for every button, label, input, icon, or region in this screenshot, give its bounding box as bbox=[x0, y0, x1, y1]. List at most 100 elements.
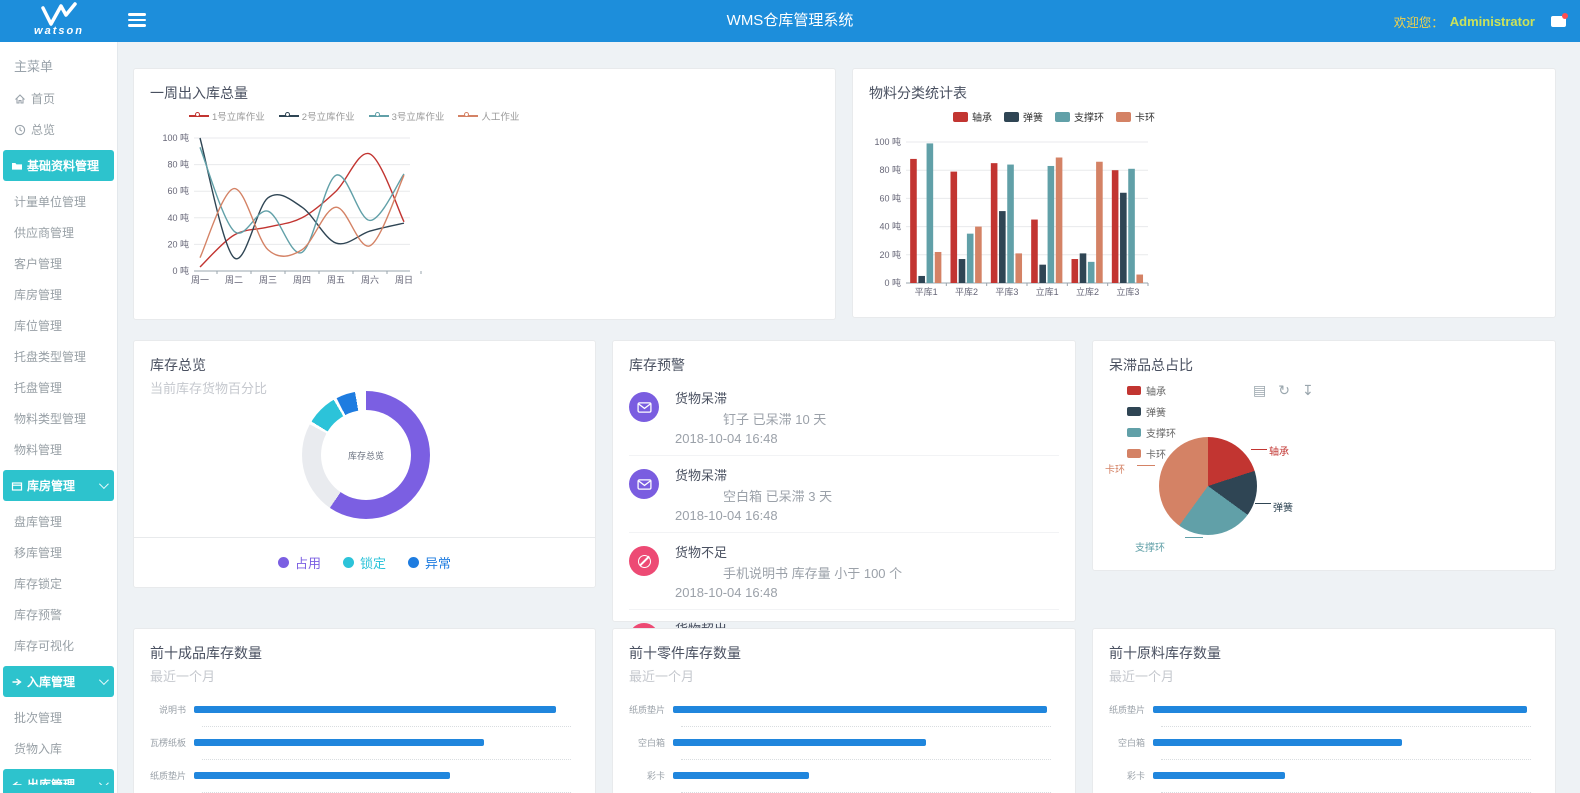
legend-swatch-icon bbox=[1055, 112, 1070, 122]
legend-swatch-icon bbox=[1127, 407, 1141, 416]
material-bar-chart: 0 吨20 吨40 吨60 吨80 吨100 吨平库1平库2平库3立库1立库2立… bbox=[853, 125, 1193, 350]
card-title: 前十零件库存数量 bbox=[613, 629, 1075, 663]
sidebar-item-18[interactable]: 库存可视化 bbox=[0, 630, 117, 661]
user-area: 欢迎您： Administrator bbox=[1394, 0, 1566, 42]
legend-marker-icon bbox=[458, 115, 478, 117]
hbar-row: 说明书 bbox=[144, 693, 585, 726]
svg-text:80 吨: 80 吨 bbox=[167, 159, 189, 170]
card-top-raw: 前十原料库存数量 最近一个月 纸质垫片空白箱彩卡说明书 bbox=[1092, 628, 1556, 793]
sidebar-item-label: 批次管理 bbox=[14, 709, 62, 726]
refresh-icon[interactable]: ↻ bbox=[1278, 383, 1290, 399]
sidebar-item-7[interactable]: 库房管理 bbox=[0, 279, 117, 310]
sidebar-item-15[interactable]: 移库管理 bbox=[0, 537, 117, 568]
folder-icon bbox=[11, 160, 23, 172]
legend-label: 支撑环 bbox=[1146, 425, 1176, 440]
sidebar-item-9[interactable]: 托盘类型管理 bbox=[0, 341, 117, 372]
sidebar-section-3[interactable]: 基础资料管理 bbox=[3, 150, 114, 181]
legend-item[interactable]: 异常 bbox=[408, 553, 451, 572]
legend-item[interactable]: 支撑环 bbox=[1055, 109, 1104, 124]
alert-row: 货物呆滞钉子 已呆滞 10 天2018-10-04 16:48 bbox=[629, 379, 1059, 456]
sidebar-item-5[interactable]: 供应商管理 bbox=[0, 217, 117, 248]
svg-text:40 吨: 40 吨 bbox=[879, 221, 901, 232]
card-stock-alerts: 库存预警 货物呆滞钉子 已呆滞 10 天2018-10-04 16:48货物呆滞… bbox=[612, 340, 1076, 622]
sidebar-item-16[interactable]: 库存锁定 bbox=[0, 568, 117, 599]
card-title: 一周出入库总量 bbox=[134, 69, 835, 103]
pie-slice-label: 支撑环 bbox=[1135, 539, 1165, 554]
main-content: 一周出入库总量 1号立库作业2号立库作业3号立库作业人工作业 0 吨20 吨40… bbox=[118, 42, 1580, 793]
welcome-label: 欢迎您： bbox=[1394, 12, 1444, 31]
svg-text:立库1: 立库1 bbox=[1036, 286, 1059, 297]
hbar-track bbox=[673, 739, 1051, 746]
username[interactable]: Administrator bbox=[1450, 14, 1535, 29]
legend-label: 占用 bbox=[295, 553, 321, 572]
legend-item[interactable]: 1号立库作业 bbox=[189, 109, 265, 123]
alert-desc: 手机说明书 库存量 小于 100 个 bbox=[675, 563, 1059, 582]
svg-text:0 吨: 0 吨 bbox=[884, 277, 901, 288]
legend-marker-icon bbox=[189, 115, 209, 117]
legend-item[interactable]: 轴承 bbox=[953, 109, 992, 124]
pie-slice-label: 轴承 bbox=[1269, 443, 1289, 458]
download-icon[interactable]: ↧ bbox=[1302, 383, 1314, 399]
sidebar-item-10[interactable]: 托盘管理 bbox=[0, 372, 117, 403]
sidebar-item-label: 首页 bbox=[31, 90, 55, 107]
svg-text:40 吨: 40 吨 bbox=[167, 212, 189, 223]
legend-label: 支撑环 bbox=[1074, 109, 1104, 124]
sidebar-item-label: 托盘管理 bbox=[14, 379, 62, 396]
sidebar-section-19[interactable]: 入库管理 bbox=[3, 666, 114, 697]
arrow-right-icon bbox=[11, 676, 23, 688]
legend-item[interactable]: 卡环 bbox=[1116, 109, 1155, 124]
app-header: watson WMS仓库管理系统 欢迎您： Administrator bbox=[0, 0, 1580, 42]
message-icon[interactable] bbox=[1551, 16, 1566, 27]
legend-dot-icon bbox=[343, 557, 354, 568]
hbar-track bbox=[1153, 706, 1531, 713]
sidebar-item-21[interactable]: 货物入库 bbox=[0, 733, 117, 764]
sidebar-item-8[interactable]: 库位管理 bbox=[0, 310, 117, 341]
hbar-fill bbox=[194, 739, 484, 746]
ban-icon bbox=[629, 546, 659, 576]
sidebar-item-17[interactable]: 库存预警 bbox=[0, 599, 117, 630]
sidebar-item-2[interactable]: 总览 bbox=[0, 114, 117, 145]
sidebar: 主菜单首页总览基础资料管理计量单位管理供应商管理客户管理库房管理库位管理托盘类型… bbox=[0, 42, 118, 793]
sidebar-item-label: 物料管理 bbox=[14, 441, 62, 458]
sidebar-item-4[interactable]: 计量单位管理 bbox=[0, 186, 117, 217]
svg-text:立库3: 立库3 bbox=[1116, 286, 1139, 297]
sidebar-item-12[interactable]: 物料管理 bbox=[0, 434, 117, 465]
legend-item[interactable]: 弹簧 bbox=[1127, 404, 1176, 419]
legend-item[interactable]: 支撑环 bbox=[1127, 425, 1176, 440]
hbar-track bbox=[194, 739, 571, 746]
legend-item[interactable]: 人工作业 bbox=[458, 109, 519, 123]
hbar-row: 纸质垫片 bbox=[1103, 693, 1545, 726]
hbar-row: 纸质垫片 bbox=[144, 759, 585, 792]
sidebar-section-partial[interactable] bbox=[3, 785, 114, 793]
sidebar-item-20[interactable]: 批次管理 bbox=[0, 702, 117, 733]
sidebar-item-label: 客户管理 bbox=[14, 255, 62, 272]
mail-icon bbox=[629, 469, 659, 499]
legend-marker-icon bbox=[279, 115, 299, 117]
legend-item[interactable]: 2号立库作业 bbox=[279, 109, 355, 123]
legend-item[interactable]: 占用 bbox=[278, 553, 321, 572]
sidebar-item-14[interactable]: 盘库管理 bbox=[0, 506, 117, 537]
card-material-stats: 物料分类统计表 轴承弹簧支撑环卡环 0 吨20 吨40 吨60 吨80 吨100… bbox=[852, 68, 1556, 318]
card-top-finished: 前十成品库存数量 最近一个月 说明书瓦楞纸板纸质垫片空白箱 bbox=[133, 628, 596, 793]
sidebar-section-13[interactable]: 库房管理 bbox=[3, 470, 114, 501]
sidebar-item-1[interactable]: 首页 bbox=[0, 83, 117, 114]
legend-swatch-icon bbox=[1127, 449, 1141, 458]
svg-text:周六: 周六 bbox=[361, 274, 379, 285]
legend-item[interactable]: 锁定 bbox=[343, 553, 386, 572]
hbar-label: 瓦楞纸板 bbox=[144, 736, 194, 749]
card-title: 前十原料库存数量 bbox=[1093, 629, 1555, 663]
sidebar-item-6[interactable]: 客户管理 bbox=[0, 248, 117, 279]
svg-text:80 吨: 80 吨 bbox=[879, 164, 901, 175]
svg-text:周四: 周四 bbox=[293, 275, 311, 285]
sidebar-item-11[interactable]: 物料类型管理 bbox=[0, 403, 117, 434]
mail-icon bbox=[629, 392, 659, 422]
sidebar-menu-header: 主菜单 bbox=[0, 48, 117, 83]
hbar-fill bbox=[1153, 739, 1402, 746]
legend-item[interactable]: 弹簧 bbox=[1004, 109, 1043, 124]
hbar-label: 纸质垫片 bbox=[623, 703, 673, 716]
legend-item[interactable]: 轴承 bbox=[1127, 383, 1176, 398]
card-subtitle: 最近一个月 bbox=[613, 663, 1075, 685]
legend-item[interactable]: 3号立库作业 bbox=[369, 109, 445, 123]
data-view-icon[interactable]: ▤ bbox=[1253, 383, 1266, 399]
svg-text:立库2: 立库2 bbox=[1076, 286, 1099, 297]
